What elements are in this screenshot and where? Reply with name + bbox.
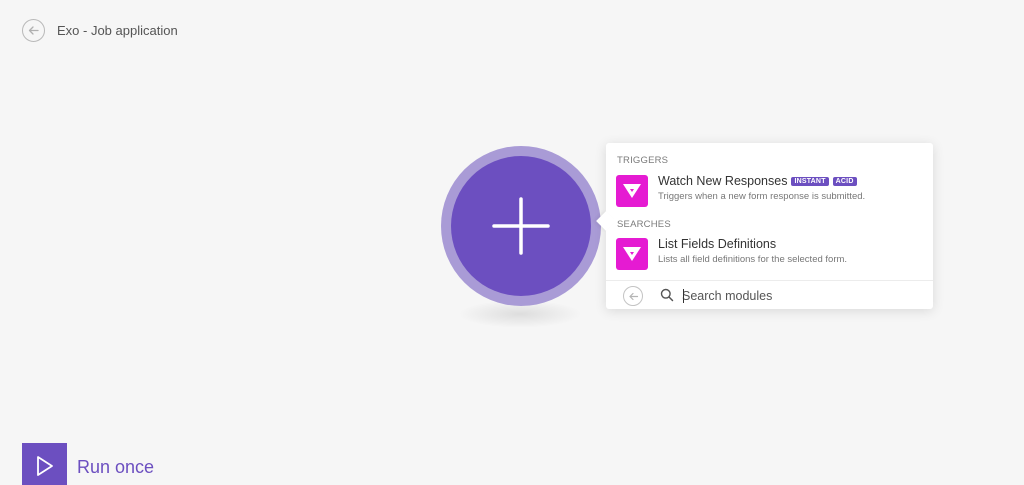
add-module-button[interactable]: [441, 146, 601, 306]
back-button[interactable]: [22, 19, 45, 42]
module-list-fields-definitions[interactable]: List Fields Definitions Lists all field …: [606, 236, 933, 276]
module-title-text: List Fields Definitions: [658, 237, 777, 251]
module-description: Lists all field definitions for the sele…: [658, 254, 848, 265]
module-picker-popup: TRIGGERS Watch New Responses INSTANT ACI…: [596, 143, 933, 309]
module-title: List Fields Definitions: [658, 237, 776, 251]
module-description: Triggers when a new form response is sub…: [658, 191, 866, 202]
plus-icon: [492, 197, 550, 255]
popup-back-button[interactable]: [623, 286, 643, 306]
typeform-app-icon: [616, 175, 648, 207]
add-module-core: [451, 156, 591, 296]
run-once-label[interactable]: Run once: [77, 457, 154, 478]
section-label-searches: SEARCHES: [617, 219, 671, 230]
popup-search-bar: [606, 280, 933, 309]
module-title-text: Watch New Responses: [658, 174, 788, 188]
acid-badge: ACID: [832, 176, 857, 186]
text-caret: [683, 289, 684, 303]
play-icon: [36, 455, 53, 476]
section-label-triggers: TRIGGERS: [617, 155, 669, 166]
module-title: Watch New Responses INSTANT ACID: [658, 174, 857, 188]
search-icon: [660, 288, 674, 302]
run-once-button[interactable]: [22, 443, 67, 485]
search-modules-input[interactable]: [682, 286, 912, 306]
arrow-left-circle-icon: [28, 26, 39, 35]
module-watch-new-responses[interactable]: Watch New Responses INSTANT ACID Trigger…: [606, 173, 933, 213]
scenario-title: Exo - Job application: [57, 23, 178, 38]
instant-badge: INSTANT: [791, 176, 829, 186]
arrow-left-icon: [628, 292, 638, 300]
typeform-app-icon: [616, 238, 648, 270]
